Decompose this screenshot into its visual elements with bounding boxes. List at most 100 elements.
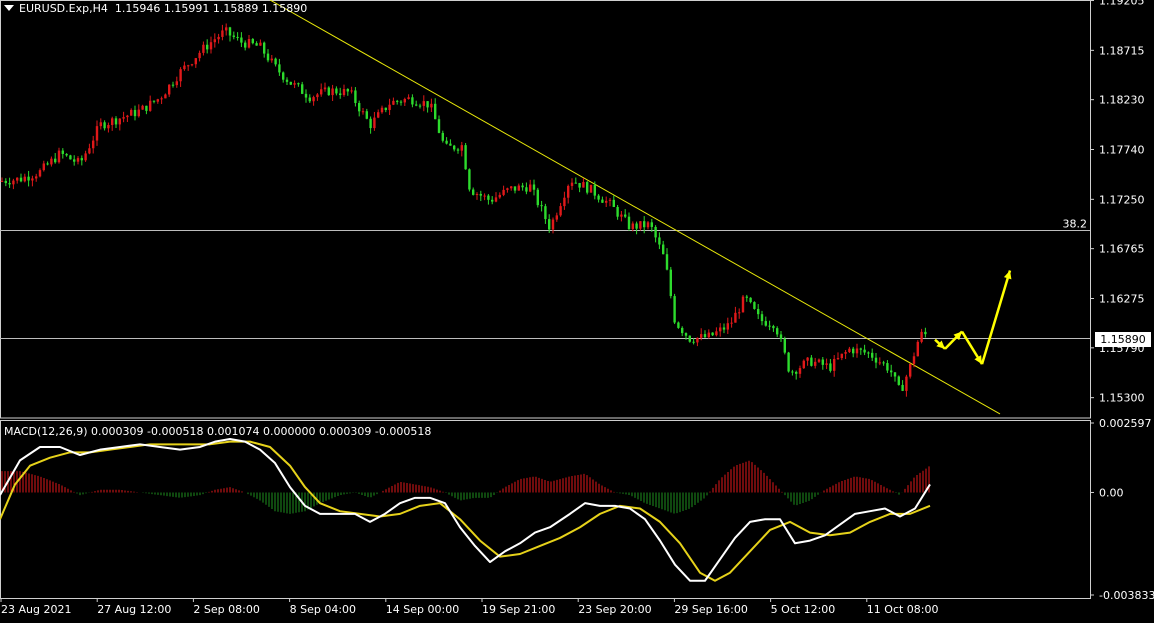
candle-body — [327, 87, 330, 96]
candle-body — [791, 371, 794, 373]
candle-body — [35, 176, 38, 179]
candle-body — [734, 312, 737, 323]
macd-tick-label: 0.002597 — [1099, 417, 1152, 430]
time-tick-label: 5 Oct 12:00 — [771, 603, 836, 616]
candle-body — [377, 112, 380, 118]
price-tick-label: 1.16765 — [1099, 243, 1145, 256]
candle-body — [517, 185, 520, 191]
candle-body — [156, 99, 159, 102]
candle-body — [855, 348, 859, 354]
candle-body — [213, 39, 216, 43]
candle-body — [707, 332, 710, 338]
chart-header: EURUSD.Exp,H4 1.15946 1.15991 1.15889 1.… — [4, 2, 307, 15]
candle-body — [236, 36, 239, 38]
candle-body — [878, 362, 881, 364]
ohlc-values: 1.15946 1.15991 1.15889 1.15890 — [114, 2, 308, 15]
candle-body — [836, 358, 840, 360]
candle-body — [715, 331, 718, 336]
candle-body — [369, 118, 372, 129]
candle-body — [665, 254, 669, 270]
candle-body — [92, 140, 95, 149]
candle-body — [255, 43, 258, 46]
candle-body — [171, 84, 175, 86]
candle-body — [247, 38, 251, 48]
candle-body — [304, 93, 308, 98]
candle-body — [152, 100, 156, 102]
candle-body — [719, 327, 722, 332]
candle-body — [373, 117, 376, 129]
candle-body — [441, 132, 444, 141]
candle-body — [422, 101, 425, 106]
candle-body — [266, 53, 270, 61]
candle-body — [403, 99, 406, 103]
candle-body — [361, 111, 365, 113]
candle-body — [141, 105, 144, 110]
dropdown-triangle-icon[interactable] — [4, 5, 14, 11]
candle-body — [54, 158, 57, 163]
candle-body — [472, 189, 475, 195]
candle-body — [924, 331, 927, 335]
candle-body — [681, 327, 684, 334]
candle-body — [392, 100, 395, 105]
time-tick-label: 8 Sep 04:00 — [290, 603, 356, 616]
candle-body — [320, 89, 323, 95]
candle-body — [608, 199, 612, 201]
candle-body — [251, 38, 254, 44]
candle-body — [449, 143, 452, 146]
candle-body — [502, 189, 505, 195]
candle-body — [453, 145, 456, 150]
candle-body — [42, 163, 45, 171]
candle-body — [27, 176, 30, 181]
candle-body — [240, 37, 243, 43]
candle-body — [274, 58, 277, 65]
candle-body — [776, 328, 779, 335]
trading-chart[interactable]: 1.19205 1.18715 1.18230 1.17740 1.17250 1.167… — [0, 0, 1154, 619]
candle-body — [99, 122, 102, 127]
symbol-timeframe: EURUSD.Exp,H4 — [19, 2, 108, 15]
candle-body — [206, 44, 209, 50]
candle-body — [354, 90, 357, 104]
candle-body — [529, 184, 532, 192]
candle-body — [833, 358, 836, 371]
macd-signal-line — [0, 440, 931, 582]
candle-body — [658, 237, 661, 245]
candle-body — [407, 97, 410, 100]
candle-body — [297, 83, 300, 85]
candle-body — [73, 159, 76, 162]
candle-body — [198, 52, 201, 59]
candle-body — [149, 100, 152, 111]
candle-body — [802, 360, 805, 369]
candle-body — [753, 302, 756, 309]
candle-body — [187, 65, 190, 67]
chart-canvas[interactable]: 1.19205 1.18715 1.18230 1.17740 1.17250 1.167… — [0, 0, 1154, 619]
candle-body — [810, 357, 813, 366]
candle-body — [897, 376, 900, 385]
candle-body — [688, 335, 691, 342]
candle-body — [221, 30, 224, 37]
candle-body — [399, 101, 403, 103]
macd-header: MACD(12,26,9) 0.000309 -0.000518 0.00107… — [4, 425, 432, 438]
candle-body — [384, 107, 387, 111]
candle-body — [741, 296, 745, 313]
candle-body — [312, 97, 315, 102]
candle-body — [76, 158, 80, 162]
candle-body — [479, 193, 482, 196]
time-tick-label: 29 Sep 16:00 — [674, 603, 747, 616]
price-tick-label: 1.16275 — [1099, 292, 1145, 305]
candle-body — [795, 371, 798, 374]
candle-body — [126, 115, 129, 118]
candle-body — [510, 186, 513, 189]
candle-body — [175, 81, 178, 86]
candle-body — [684, 333, 688, 336]
candle-body — [905, 376, 908, 391]
candle-body — [209, 42, 213, 50]
candle-body — [12, 180, 15, 185]
candle-body — [396, 100, 399, 102]
candle-body — [460, 145, 463, 151]
candle-body — [84, 153, 87, 161]
candle-body — [8, 183, 11, 185]
candle-body — [430, 103, 433, 108]
price-tick-label: 1.15300 — [1099, 392, 1145, 405]
candle-body — [760, 314, 764, 322]
candle-body — [677, 322, 680, 328]
